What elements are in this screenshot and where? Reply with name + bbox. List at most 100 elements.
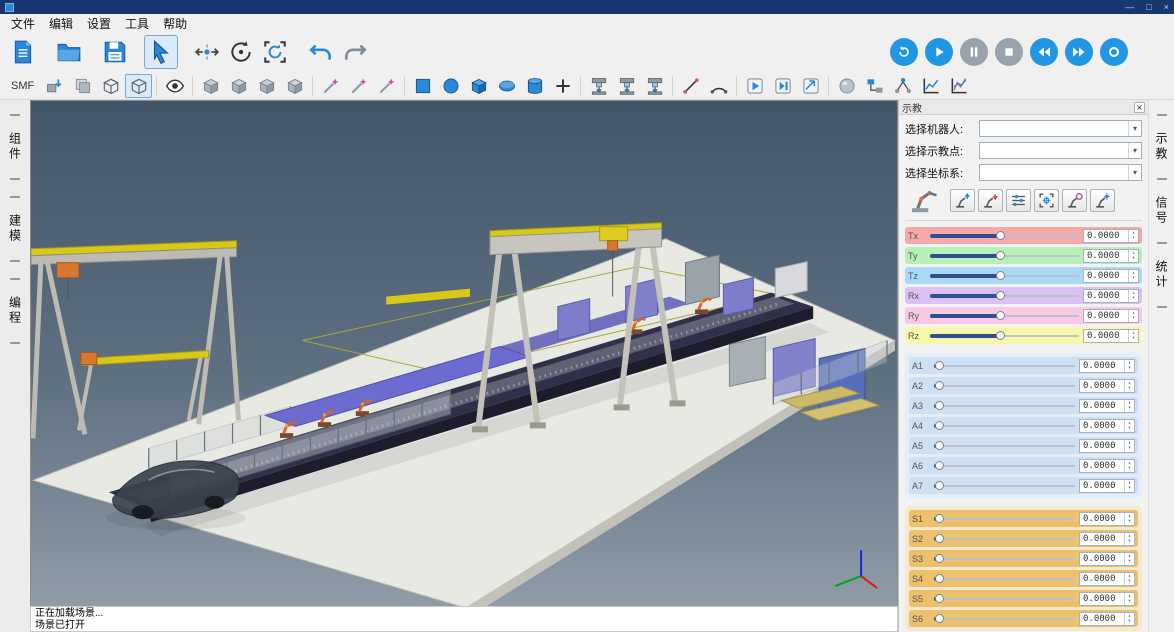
ty-slider[interactable] bbox=[930, 251, 1079, 260]
menu-edit[interactable]: 编辑 bbox=[42, 15, 80, 32]
draw-arc-button[interactable] bbox=[705, 74, 732, 98]
dock-tab-teach[interactable]: 示教 bbox=[1153, 132, 1170, 162]
teach-point-select[interactable]: ▾ bbox=[979, 142, 1142, 159]
viewport-3d[interactable] bbox=[30, 100, 898, 606]
step-into-button[interactable] bbox=[769, 74, 796, 98]
s-spin-arrows[interactable]: ▴▾ bbox=[1124, 573, 1134, 585]
menu-help[interactable]: 帮助 bbox=[156, 15, 194, 32]
replay-button[interactable] bbox=[890, 38, 918, 66]
bounding-box-button[interactable] bbox=[125, 74, 152, 98]
t-spin-arrows[interactable]: ▴▾ bbox=[1128, 330, 1138, 342]
gray-cabinet[interactable] bbox=[729, 337, 765, 387]
a-spin-arrows[interactable]: ▴▾ bbox=[1124, 480, 1134, 492]
joint-sliders-button[interactable] bbox=[1006, 189, 1031, 212]
a4-slider-handle[interactable] bbox=[935, 421, 944, 430]
s6-slider-handle[interactable] bbox=[935, 614, 944, 623]
a-spin-arrows[interactable]: ▴▾ bbox=[1124, 400, 1134, 412]
s3-spinbox[interactable]: 0.0000▴▾ bbox=[1079, 552, 1135, 566]
a2-slider[interactable] bbox=[934, 381, 1075, 390]
splitter-handle[interactable] bbox=[10, 342, 20, 344]
primitive-sphere-button[interactable] bbox=[437, 74, 464, 98]
machine-tool-button-3[interactable] bbox=[641, 74, 668, 98]
run-script-button[interactable] bbox=[741, 74, 768, 98]
s6-slider[interactable] bbox=[934, 614, 1075, 623]
copy-object-button[interactable] bbox=[225, 74, 252, 98]
s4-slider-handle[interactable] bbox=[935, 574, 944, 583]
chart-button[interactable] bbox=[917, 74, 944, 98]
a5-slider[interactable] bbox=[934, 441, 1075, 450]
a6-slider[interactable] bbox=[934, 461, 1075, 470]
menu-tools[interactable]: 工具 bbox=[118, 15, 156, 32]
s2-slider-handle[interactable] bbox=[935, 534, 944, 543]
undo-button[interactable] bbox=[304, 35, 338, 69]
a7-spinbox[interactable]: 0.0000▴▾ bbox=[1079, 479, 1135, 493]
maximize-button[interactable]: □ bbox=[1146, 1, 1151, 13]
stop-button[interactable] bbox=[995, 38, 1023, 66]
coordinate-frame-select[interactable]: ▾ bbox=[979, 164, 1142, 181]
a7-slider-handle[interactable] bbox=[935, 481, 944, 490]
robot-select[interactable]: ▾ bbox=[979, 120, 1142, 137]
tx-slider-handle[interactable] bbox=[996, 231, 1005, 240]
snap-object-button[interactable] bbox=[253, 74, 280, 98]
dock-tab-components[interactable]: 组件 bbox=[7, 132, 24, 162]
a1-slider-handle[interactable] bbox=[935, 361, 944, 370]
splitter-handle[interactable] bbox=[1157, 178, 1167, 180]
s1-slider-handle[interactable] bbox=[935, 514, 944, 523]
pan-tool-button[interactable] bbox=[190, 35, 224, 69]
line-machine-4[interactable] bbox=[723, 278, 753, 316]
ty-spinbox[interactable]: 0.0000▴▾ bbox=[1083, 249, 1139, 263]
s3-slider[interactable] bbox=[934, 554, 1075, 563]
s6-spinbox[interactable]: 0.0000▴▾ bbox=[1079, 612, 1135, 626]
splitter-handle[interactable] bbox=[10, 114, 20, 116]
tz-slider[interactable] bbox=[930, 271, 1079, 280]
s-spin-arrows[interactable]: ▴▾ bbox=[1124, 513, 1134, 525]
robot-trace-button[interactable] bbox=[1062, 189, 1087, 212]
s2-spinbox[interactable]: 0.0000▴▾ bbox=[1079, 532, 1135, 546]
play-button[interactable] bbox=[925, 38, 953, 66]
visibility-button[interactable] bbox=[161, 74, 188, 98]
save-button[interactable] bbox=[98, 35, 132, 69]
line-machine-3[interactable] bbox=[685, 255, 719, 305]
tx-spinbox[interactable]: 0.0000▴▾ bbox=[1083, 229, 1139, 243]
a6-spinbox[interactable]: 0.0000▴▾ bbox=[1079, 459, 1135, 473]
duplicate-button[interactable] bbox=[69, 74, 96, 98]
ry-spinbox[interactable]: 0.0000▴▾ bbox=[1083, 309, 1139, 323]
tag-tool-button[interactable] bbox=[345, 74, 372, 98]
s5-slider[interactable] bbox=[934, 594, 1075, 603]
rx-spinbox[interactable]: 0.0000▴▾ bbox=[1083, 289, 1139, 303]
t-spin-arrows[interactable]: ▴▾ bbox=[1128, 270, 1138, 282]
rotate-frame-button[interactable] bbox=[258, 35, 292, 69]
dock-tab-programming[interactable]: 编程 bbox=[7, 296, 24, 326]
s5-spinbox[interactable]: 0.0000▴▾ bbox=[1079, 592, 1135, 606]
import-model-button[interactable] bbox=[41, 74, 68, 98]
machine-tool-button-2[interactable] bbox=[613, 74, 640, 98]
primitive-cylinder-button[interactable] bbox=[521, 74, 548, 98]
splitter-handle[interactable] bbox=[10, 278, 20, 280]
rz-spinbox[interactable]: 0.0000▴▾ bbox=[1083, 329, 1139, 343]
translate-object-button[interactable] bbox=[197, 74, 224, 98]
fast-forward-button[interactable] bbox=[1065, 38, 1093, 66]
record-loop-button[interactable] bbox=[1100, 38, 1128, 66]
flowchart-button[interactable] bbox=[861, 74, 888, 98]
jog-up-button[interactable] bbox=[950, 189, 975, 212]
s1-slider[interactable] bbox=[934, 514, 1075, 523]
dock-tab-modeling[interactable]: 建模 bbox=[7, 214, 24, 244]
s3-slider-handle[interactable] bbox=[935, 554, 944, 563]
robot-config-button[interactable] bbox=[1090, 189, 1115, 212]
a6-slider-handle[interactable] bbox=[935, 461, 944, 470]
rz-slider-handle[interactable] bbox=[996, 331, 1005, 340]
a-spin-arrows[interactable]: ▴▾ bbox=[1124, 460, 1134, 472]
s-spin-arrows[interactable]: ▴▾ bbox=[1124, 593, 1134, 605]
minimize-button[interactable]: — bbox=[1125, 1, 1134, 13]
s5-slider-handle[interactable] bbox=[935, 594, 944, 603]
rx-slider-handle[interactable] bbox=[996, 291, 1005, 300]
step-out-button[interactable] bbox=[797, 74, 824, 98]
a-spin-arrows[interactable]: ▴▾ bbox=[1124, 360, 1134, 372]
splitter-handle[interactable] bbox=[10, 260, 20, 262]
draw-line-button[interactable] bbox=[677, 74, 704, 98]
rotate-view-button[interactable] bbox=[224, 35, 258, 69]
open-file-button[interactable] bbox=[52, 35, 86, 69]
t-spin-arrows[interactable]: ▴▾ bbox=[1128, 230, 1138, 242]
tx-slider[interactable] bbox=[930, 231, 1079, 240]
s-spin-arrows[interactable]: ▴▾ bbox=[1124, 533, 1134, 545]
